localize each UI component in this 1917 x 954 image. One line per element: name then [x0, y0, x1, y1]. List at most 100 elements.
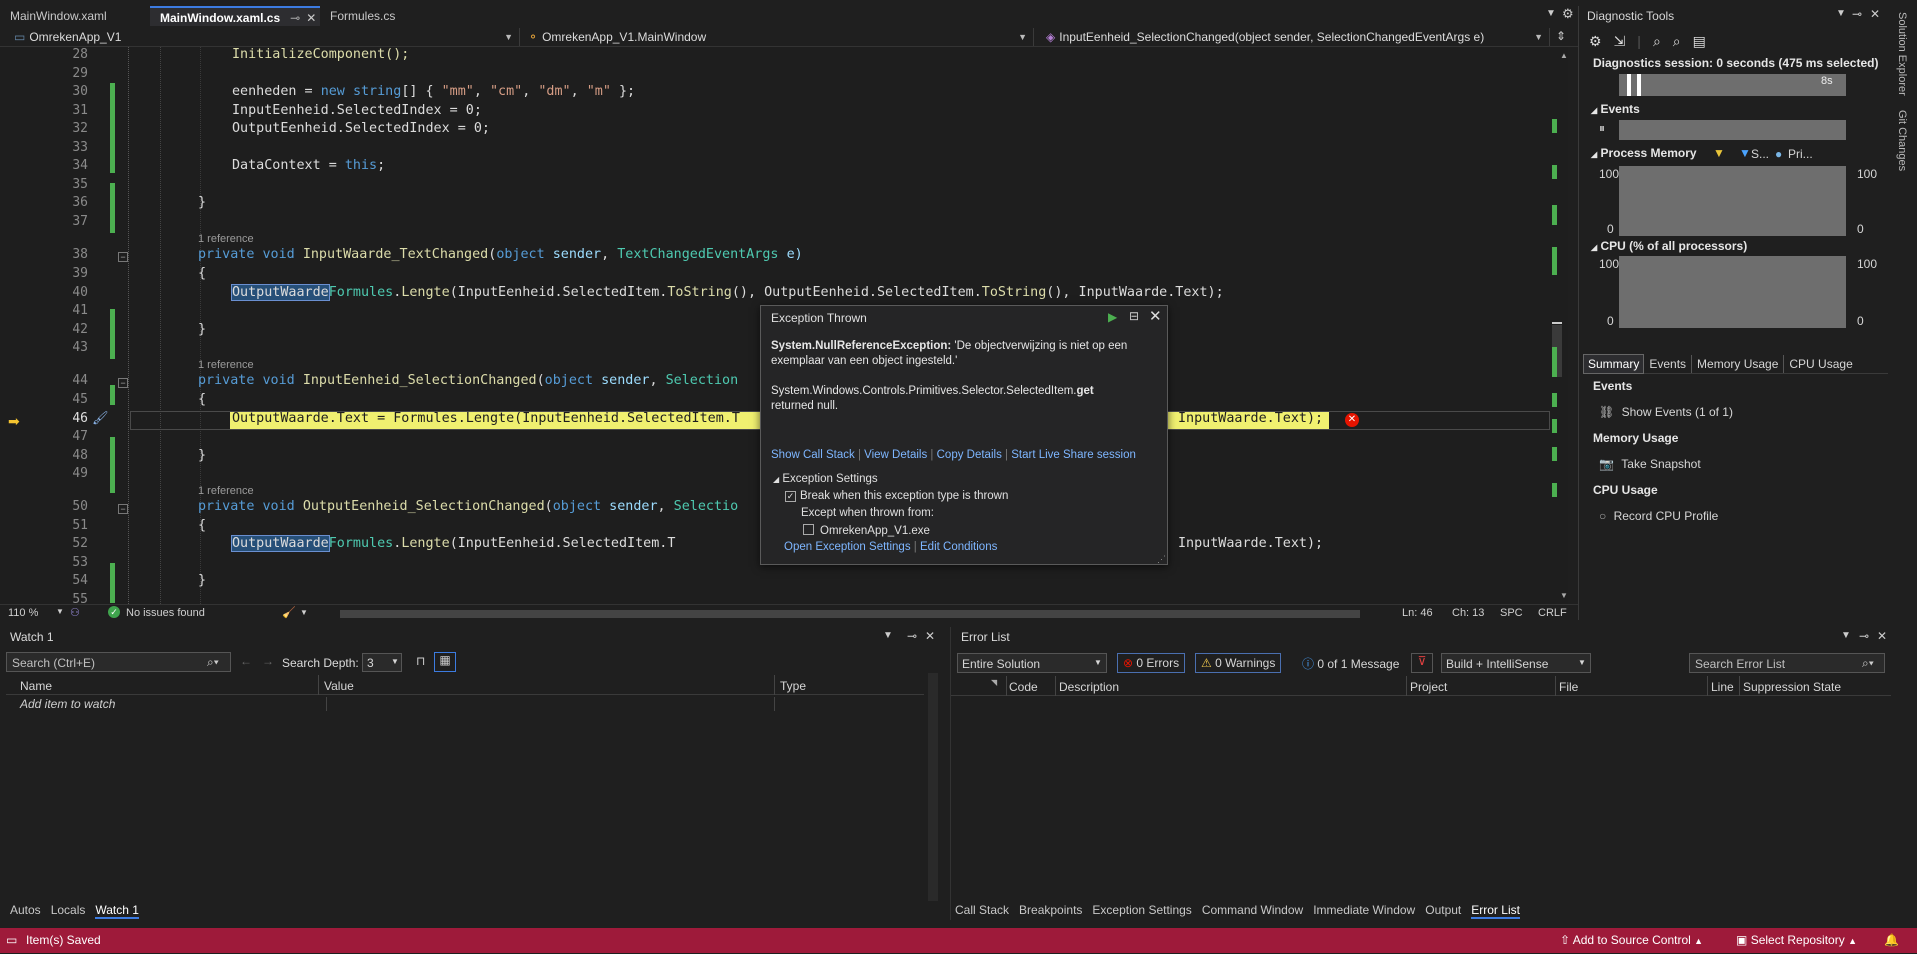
- tab-autos[interactable]: Autos: [10, 903, 41, 917]
- tab-mainwindow-xaml-cs[interactable]: MainWindow.xaml.cs ⊸ ✕: [150, 6, 320, 26]
- gear-icon[interactable]: ⚙: [1562, 6, 1574, 22]
- pin-icon[interactable]: ⊸: [1859, 629, 1869, 643]
- whitespace-indicator[interactable]: SPC: [1500, 607, 1523, 619]
- copilot-icon[interactable]: ⚇: [70, 606, 80, 619]
- line-indicator[interactable]: Ln: 46: [1402, 607, 1433, 619]
- hex-view-icon[interactable]: ▦: [434, 652, 456, 672]
- add-watch-row[interactable]: Add item to watch: [20, 697, 115, 711]
- brush-icon[interactable]: 🧹: [282, 606, 296, 619]
- show-call-stack-link[interactable]: Show Call Stack: [771, 449, 855, 461]
- show-events-link[interactable]: ⛓ Show Events (1 of 1): [1599, 405, 1733, 419]
- notification-icon[interactable]: ▭: [6, 928, 17, 953]
- column-header-type[interactable]: Type: [780, 679, 806, 693]
- git-changes-tab[interactable]: Git Changes: [1896, 110, 1908, 171]
- tab-events[interactable]: Events: [1644, 355, 1693, 373]
- live-share-link[interactable]: Start Live Share session: [1011, 449, 1136, 461]
- watch-search-input[interactable]: Search (Ctrl+E) ⌕▾: [6, 652, 231, 672]
- reference-codelens[interactable]: 1 reference: [198, 485, 254, 497]
- close-icon[interactable]: ✕: [925, 629, 935, 643]
- tab-watch-1[interactable]: Watch 1: [95, 903, 139, 919]
- close-icon[interactable]: ✕: [1149, 307, 1162, 325]
- column-header-line[interactable]: Line: [1711, 680, 1734, 694]
- column-indicator[interactable]: Ch: 13: [1452, 607, 1484, 619]
- reference-codelens[interactable]: 1 reference: [198, 233, 254, 245]
- record-cpu-button[interactable]: ○ Record CPU Profile: [1599, 509, 1718, 523]
- panel-menu-icon[interactable]: ▼: [1836, 8, 1846, 19]
- filter-icon[interactable]: ⊽: [1411, 653, 1433, 673]
- pin-icon[interactable]: ⊸: [290, 11, 300, 25]
- events-track[interactable]: [1619, 120, 1846, 140]
- take-snapshot-button[interactable]: 📷 Take Snapshot: [1599, 457, 1701, 471]
- solution-explorer-tab[interactable]: Solution Explorer: [1896, 12, 1908, 96]
- column-header-file[interactable]: File: [1559, 680, 1578, 694]
- tab-formules-cs[interactable]: Formules.cs: [320, 6, 405, 26]
- events-section[interactable]: ◢ Events: [1591, 102, 1640, 116]
- tab-immediate-window[interactable]: Immediate Window: [1313, 903, 1415, 917]
- scope-select[interactable]: Entire Solution ▼: [957, 653, 1107, 673]
- export-icon[interactable]: ⇲: [1614, 33, 1638, 49]
- scroll-down-icon[interactable]: ▼: [1560, 591, 1568, 600]
- zoom-in-icon[interactable]: ⌕: [1653, 33, 1673, 49]
- quick-action-icon[interactable]: 🖌: [92, 410, 109, 426]
- source-control-button[interactable]: ⇧ Add to Source Control ▲: [1560, 928, 1703, 954]
- execution-arrow-icon[interactable]: ➡: [8, 413, 20, 430]
- column-header-description[interactable]: Description: [1059, 680, 1119, 694]
- tab-output[interactable]: Output: [1425, 903, 1461, 917]
- checkbox-checked[interactable]: ✓: [785, 491, 796, 502]
- column-header-name[interactable]: Name: [20, 679, 52, 693]
- zoom-out-icon[interactable]: ⌕: [1673, 33, 1693, 49]
- close-icon[interactable]: ✕: [306, 11, 316, 25]
- collapse-triangle-icon[interactable]: ◢: [1591, 243, 1597, 252]
- tab-error-list[interactable]: Error List: [1471, 903, 1520, 919]
- column-header-project[interactable]: Project: [1410, 680, 1447, 694]
- cpu-graph[interactable]: [1619, 256, 1846, 328]
- chevron-down-icon[interactable]: ▼: [56, 607, 64, 616]
- collapse-triangle-icon[interactable]: ◢: [1591, 106, 1597, 115]
- edit-conditions-link[interactable]: Edit Conditions: [920, 541, 997, 553]
- collapse-icon[interactable]: −: [118, 252, 128, 262]
- reset-zoom-icon[interactable]: ▤: [1693, 33, 1718, 49]
- scroll-up-icon[interactable]: ▲: [1560, 51, 1568, 60]
- tab-exception-settings[interactable]: Exception Settings: [1092, 903, 1191, 917]
- tab-call-stack[interactable]: Call Stack: [955, 903, 1009, 917]
- issues-status[interactable]: No issues found: [126, 607, 205, 619]
- tab-locals[interactable]: Locals: [51, 903, 86, 917]
- view-details-link[interactable]: View Details: [864, 449, 927, 461]
- member-dropdown[interactable]: ◈ InputEenheid_SelectionChanged(object se…: [1040, 28, 1550, 46]
- selection-marker[interactable]: [1637, 74, 1641, 96]
- build-select[interactable]: Build + IntelliSense ▼: [1441, 653, 1591, 673]
- copy-details-link[interactable]: Copy Details: [937, 449, 1002, 461]
- panel-menu-icon[interactable]: ▼: [883, 630, 893, 641]
- exe-option[interactable]: OmrekenApp_V1.exe: [803, 524, 930, 537]
- reference-codelens[interactable]: 1 reference: [198, 359, 254, 371]
- select-repository-button[interactable]: ▣ Select Repository ▲: [1736, 928, 1857, 954]
- pin-icon[interactable]: ⊸: [907, 629, 917, 643]
- sort-icon[interactable]: ◥: [991, 678, 997, 687]
- selection-marker[interactable]: [1627, 74, 1631, 96]
- close-icon[interactable]: ✕: [1870, 7, 1880, 21]
- tab-summary[interactable]: Summary: [1583, 354, 1645, 374]
- column-header-suppression[interactable]: Suppression State: [1743, 680, 1841, 694]
- exception-settings-section[interactable]: ◢ Exception Settings: [773, 473, 878, 485]
- pin-icon[interactable]: ⊸: [1852, 7, 1862, 21]
- column-header-value[interactable]: Value: [324, 679, 354, 693]
- tab-memory-usage[interactable]: Memory Usage: [1692, 355, 1785, 373]
- pin-source-icon[interactable]: ⊓: [416, 654, 425, 668]
- warnings-filter-button[interactable]: ⚠ 0 Warnings: [1195, 653, 1282, 673]
- forward-arrow-icon[interactable]: →: [262, 654, 274, 668]
- collapse-icon[interactable]: −: [118, 504, 128, 514]
- error-icon[interactable]: ✕: [1345, 413, 1359, 427]
- chevron-down-icon[interactable]: ▼: [300, 608, 308, 617]
- resize-grip-icon[interactable]: ⋰: [1157, 554, 1166, 565]
- panel-menu-icon[interactable]: ▼: [1841, 630, 1851, 641]
- horizontal-scrollbar[interactable]: [340, 610, 1360, 618]
- tab-cpu-usage[interactable]: CPU Usage: [1784, 355, 1857, 373]
- settings-icon[interactable]: ⚙: [1589, 33, 1614, 49]
- errors-filter-button[interactable]: ⊗ 0 Errors: [1117, 653, 1186, 673]
- zoom-level[interactable]: 110 %: [8, 607, 38, 619]
- error-search-input[interactable]: Search Error List ⌕▾: [1689, 653, 1885, 673]
- notifications-bell-icon[interactable]: 🔔: [1884, 928, 1899, 953]
- cpu-section[interactable]: ◢ CPU (% of all processors): [1591, 239, 1747, 253]
- checkbox-unchecked[interactable]: [803, 524, 814, 535]
- class-dropdown[interactable]: ⚬ OmrekenApp_V1.MainWindow ▼: [522, 28, 1034, 46]
